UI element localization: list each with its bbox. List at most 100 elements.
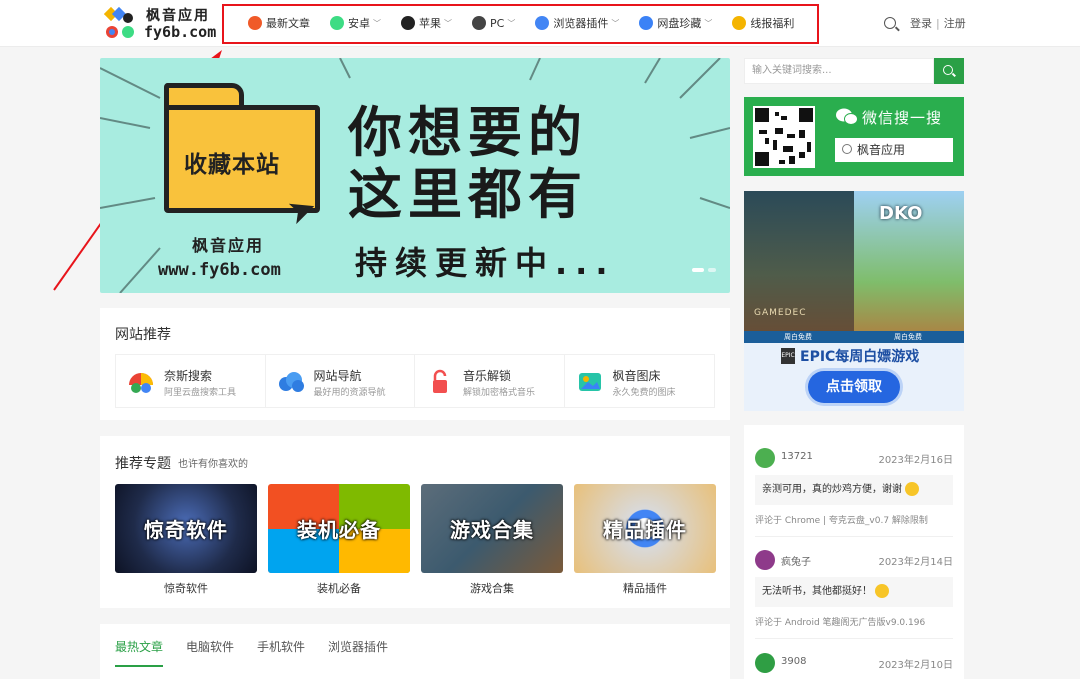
topic-item[interactable]: 装机必备 装机必备 xyxy=(268,484,410,596)
site-header: 枫音应用 fy6b.com 最新文章 安卓 ﹀ 苹果 ﹀ PC ﹀ 浏览器插件 ﹀ 网盘珍藏 ﹀ 线报… xyxy=(0,0,1080,47)
topic-item[interactable]: 游戏合集 游戏合集 xyxy=(421,484,563,596)
emoji-icon xyxy=(875,584,889,598)
tab-2[interactable]: 手机软件 xyxy=(257,638,305,667)
hero-banner[interactable]: 收藏本站 ➤ 你想要的 这里都有 枫音应用 www.fy6b.com 持续更新中… xyxy=(100,58,730,293)
comment-date: 2023年2月10日 xyxy=(878,660,953,671)
wechat-title: 微信搜一搜 xyxy=(862,109,943,127)
comment-user[interactable]: 13721 xyxy=(781,451,813,462)
tab-0[interactable]: 最热文章 xyxy=(115,638,164,667)
recommend-desc: 阿里云盘搜索工具 xyxy=(164,388,237,398)
avatar[interactable] xyxy=(755,653,775,673)
chevron-down-icon: ﹀ xyxy=(444,18,452,28)
banner-site-url: www.fy6b.com xyxy=(158,260,281,280)
sidebar-search: 输入关键词搜索... xyxy=(744,58,964,84)
epic-logo: EPIC xyxy=(781,348,795,364)
comment-user[interactable]: 3908 xyxy=(781,656,806,667)
logo-title: 枫音应用 xyxy=(146,8,210,24)
nav-item-2[interactable]: 苹果 ﹀ xyxy=(401,15,452,31)
register-link[interactable]: 注册 xyxy=(944,15,966,31)
recommend-name: 枫音图床 xyxy=(612,369,661,383)
avatar[interactable] xyxy=(755,550,775,570)
nav-label: 线报福利 xyxy=(750,17,795,30)
nav-item-0[interactable]: 最新文章 xyxy=(248,15,310,31)
bar-label: 周白免费 xyxy=(784,333,812,341)
comment-source[interactable]: 评论于 Chrome | 夸克云盘_v0.7 解除限制 xyxy=(755,513,928,526)
comment-text-content: 亲测可用，真的炒鸡方便，谢谢 xyxy=(762,484,902,495)
topic-list: 惊奇软件 惊奇软件 装机必备 装机必备 游戏合集 游戏合集 精品插件 精品插件 xyxy=(115,484,727,596)
fire-icon xyxy=(248,16,262,30)
topic-cover[interactable]: 惊奇软件 xyxy=(115,484,257,573)
recommend-item[interactable]: 网站导航最好用的资源导航 xyxy=(266,355,415,407)
epic-promo: EPIC EPIC每周白嫖游戏 点击领取 xyxy=(744,343,964,411)
nav-item-1[interactable]: 安卓 ﹀ xyxy=(330,15,381,31)
recommend-list: 奈斯搜索 阿里云盘搜索工具 网站导航 最好用的资源导航 音乐解锁 解锁加密格式音乐 枫音图床… xyxy=(115,354,715,408)
apple-icon xyxy=(401,16,415,30)
nav-item-6[interactable]: 线报福利 xyxy=(732,15,794,31)
topic-item[interactable]: 精品插件 精品插件 xyxy=(574,484,716,596)
comment-date: 2023年2月14日 xyxy=(878,557,953,568)
wechat-search-card: 微信搜一搜 枫音应用 xyxy=(744,97,964,176)
login-link[interactable]: 登录 xyxy=(910,15,932,31)
recommend-name: 网站导航 xyxy=(313,369,362,383)
chevron-down-icon: ﹀ xyxy=(507,18,516,28)
tab-1[interactable]: 电脑软件 xyxy=(186,638,234,667)
recommend-item[interactable]: 枫音图床 永久免费的图床 xyxy=(565,355,715,407)
banner-folder-text: 收藏本站 xyxy=(184,152,280,178)
topic-cover[interactable]: 精品插件 xyxy=(574,484,716,573)
chrome-icon xyxy=(535,16,550,30)
wechat-keyword-box[interactable]: 枫音应用 xyxy=(835,138,953,162)
epic-ad[interactable]: GAMEDEC DKO 周白免费 周白免费 EPIC EPIC每周白嫖游戏 点击… xyxy=(744,191,964,411)
chevron-down-icon: ﹀ xyxy=(373,18,381,28)
cloud-nav-icon xyxy=(278,372,304,392)
game-cover-gamedec: GAMEDEC xyxy=(744,191,854,343)
article-tabs-card: 最热文章 电脑软件 手机软件 浏览器插件 xyxy=(100,624,730,679)
comment-source[interactable]: 评论于 Android 笔趣阁无广告版v9.0.196 xyxy=(755,615,925,628)
search-icon xyxy=(943,65,953,75)
search-icon[interactable] xyxy=(884,17,896,29)
wechat-keyword: 枫音应用 xyxy=(857,143,906,157)
topic-cover-label: 装机必备 xyxy=(297,518,381,542)
search-icon xyxy=(842,144,852,154)
banner-title-line2: 这里都有 xyxy=(348,163,588,226)
nav-item-4[interactable]: 浏览器插件 ﹀ xyxy=(535,15,619,31)
avatar[interactable] xyxy=(755,448,775,468)
nav-label: 浏览器插件 xyxy=(553,17,609,30)
qr-code xyxy=(753,106,815,168)
logo-icon xyxy=(104,6,134,38)
site-recommend-card: 网站推荐 奈斯搜索 阿里云盘搜索工具 网站导航 最好用的资源导航 音乐解锁 解锁加密格式音… xyxy=(100,308,730,420)
comment-date: 2023年2月16日 xyxy=(878,455,953,466)
topic-item[interactable]: 惊奇软件 惊奇软件 xyxy=(115,484,257,596)
nav-item-5[interactable]: 网盘珍藏 ﹀ xyxy=(639,15,712,31)
search-input[interactable]: 输入关键词搜索... xyxy=(744,58,934,84)
diamond-icon xyxy=(732,16,747,30)
chevron-down-icon: ﹀ xyxy=(704,18,713,28)
chevron-down-icon: ﹀ xyxy=(611,18,620,28)
recommend-item[interactable]: 奈斯搜索 阿里云盘搜索工具 xyxy=(116,355,266,407)
topic-caption: 精品插件 xyxy=(623,582,667,595)
topic-cover-label: 游戏合集 xyxy=(450,518,534,542)
divider xyxy=(755,638,953,639)
header-actions: 登录 | 注册 xyxy=(884,15,966,31)
topic-cover-label: 精品插件 xyxy=(603,518,687,542)
recommend-name: 音乐解锁 xyxy=(463,369,512,383)
epic-title: EPIC每周白嫖游戏 xyxy=(800,349,920,365)
search-button[interactable] xyxy=(934,58,964,84)
recommend-desc: 最好用的资源导航 xyxy=(313,388,386,398)
carousel-indicator[interactable] xyxy=(688,268,716,272)
recommend-item[interactable]: 音乐解锁 解锁加密格式音乐 xyxy=(415,355,565,407)
wechat-icon xyxy=(836,108,858,125)
topic-caption: 惊奇软件 xyxy=(164,582,208,595)
topics-card: 推荐专题 也许有你喜欢的 惊奇软件 惊奇软件 装机必备 装机必备 游戏合集 游戏合集 精品插… xyxy=(100,436,730,608)
claim-button[interactable]: 点击领取 xyxy=(808,371,900,403)
comment-user[interactable]: 疯兔子 xyxy=(781,553,811,568)
recent-comments: 13721 2023年2月16日亲测可用，真的炒鸡方便，谢谢评论于 Chrome … xyxy=(744,425,964,679)
image-host-icon xyxy=(578,373,601,391)
tab-3[interactable]: 浏览器插件 xyxy=(328,638,388,667)
section-subtitle: 也许有你喜欢的 xyxy=(178,459,248,470)
banner-site-name: 枫音应用 xyxy=(192,236,265,255)
topic-cover[interactable]: 游戏合集 xyxy=(421,484,563,573)
nav-item-3[interactable]: PC ﹀ xyxy=(472,16,515,30)
site-logo[interactable]: 枫音应用 fy6b.com xyxy=(104,4,216,42)
topic-cover[interactable]: 装机必备 xyxy=(268,484,410,573)
comment-text: 无法听书，其他都挺好！ xyxy=(755,577,953,607)
